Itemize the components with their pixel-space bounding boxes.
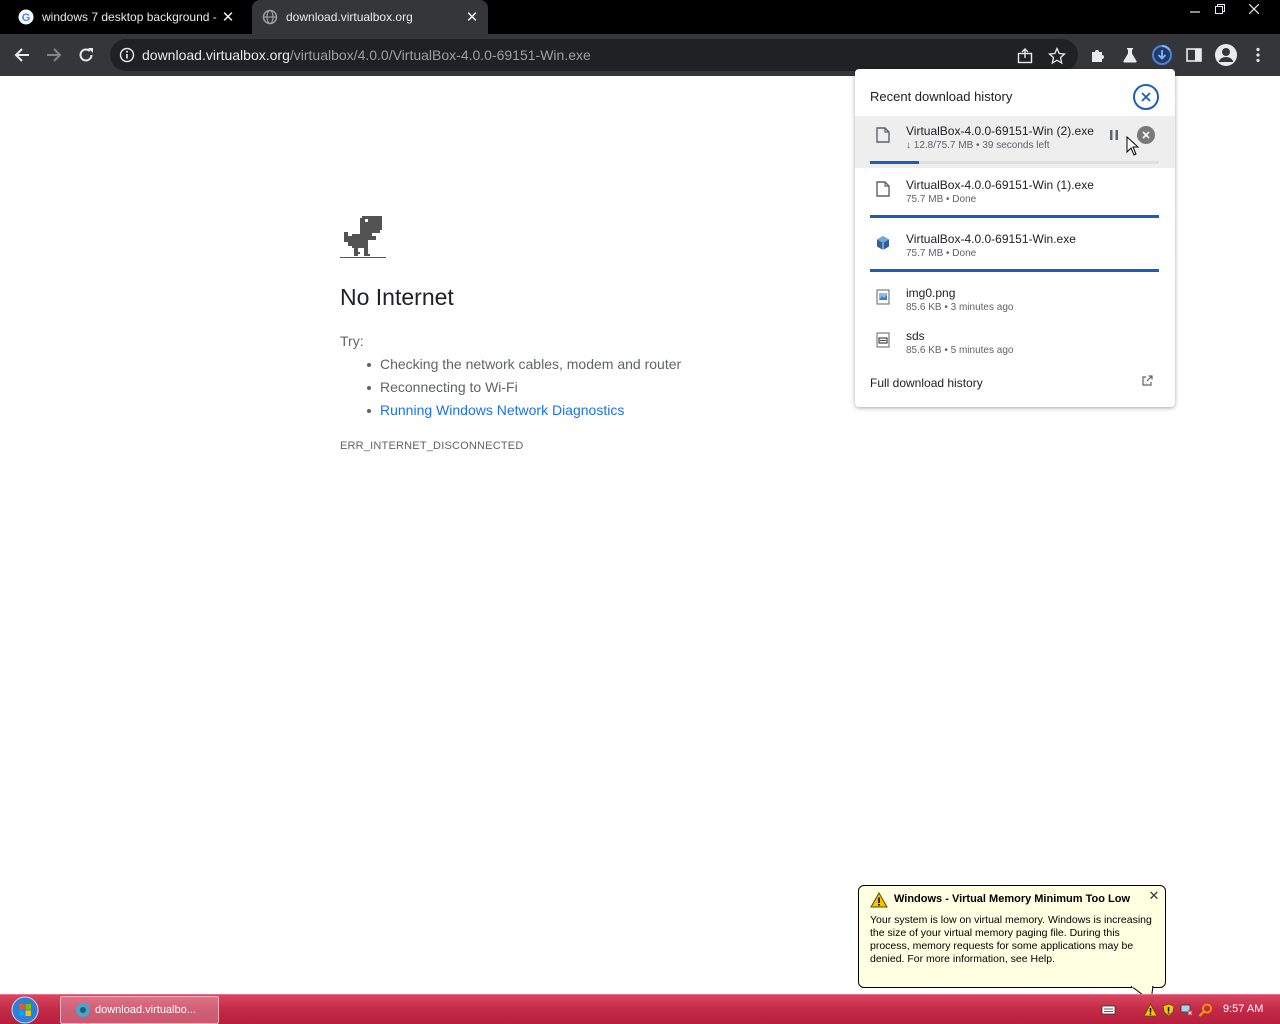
tab-title: download.virtualbox.org [286,10,413,24]
reload-icon[interactable] [71,40,101,70]
download-filename: VirtualBox-4.0.0-69151-Win.exe [906,232,1076,246]
download-progress-fill [870,215,1159,218]
mouse-cursor-icon [1126,136,1140,156]
browser-app-icon [76,1003,90,1017]
file-icon [876,127,890,143]
download-item[interactable]: VirtualBox-4.0.0-69151-Win (1).exe 75.7 … [855,170,1175,222]
tab-google-search[interactable]: G windows 7 desktop background - Go ✕ [8,0,244,34]
taskbar-item-browser[interactable]: download.virtualbo... [60,996,219,1024]
close-tab-icon[interactable]: ✕ [218,7,238,27]
search-tray-icon[interactable] [1198,1003,1213,1017]
side-panel-icon[interactable] [1183,44,1205,66]
notification-title: Windows - Virtual Memory Minimum Too Low [894,893,1130,905]
screen: { "browser": { "tabs": [ { "title": "win… [0,0,1280,1024]
tab-virtualbox[interactable]: download.virtualbox.org ✕ [252,0,488,34]
taskbar-item-label: download.virtualbo... [95,1004,196,1016]
download-status: 85.6 KB • 5 minutes ago [906,345,1014,356]
download-status: 75.7 MB • Done [906,248,977,259]
open-external-icon[interactable] [1141,375,1153,387]
address-bar[interactable]: download.virtualbox.org/virtualbox/4.0.0… [110,39,1078,71]
warning-icon [870,892,888,908]
download-progress-bar [870,269,1159,272]
back-icon[interactable] [7,40,37,70]
keyboard-file-icon [876,332,890,348]
close-window-icon[interactable] [1237,0,1271,18]
extensions-icon[interactable] [1087,44,1109,66]
file-icon [876,181,890,197]
download-status: 85.6 KB • 3 minutes ago [906,302,1014,313]
restore-icon[interactable] [1203,0,1237,18]
security-shield-tray-icon[interactable] [1161,1003,1176,1017]
download-progress-fill [870,161,920,164]
info-icon[interactable] [119,47,135,63]
download-filename: sds [906,329,925,343]
image-file-icon [876,289,890,305]
keyboard-tray-icon[interactable] [1101,1003,1116,1017]
url-text: download.virtualbox.org/virtualbox/4.0.0… [142,47,591,63]
close-tab-icon[interactable]: ✕ [462,7,482,27]
globe-icon [262,9,278,25]
download-progress-bar [870,215,1159,218]
suggestion-list: Checking the network cables, modem and r… [366,356,681,425]
forward-icon[interactable] [39,40,69,70]
close-notification-icon[interactable]: ✕ [1147,889,1161,903]
close-downloads-icon[interactable] [1133,84,1159,110]
download-progress-fill [870,269,1159,272]
url-path: /virtualbox/4.0.0/VirtualBox-4.0.0-69151… [289,47,591,63]
network-diagnostics-link[interactable]: Running Windows Network Diagnostics [366,402,681,425]
taskbar-clock[interactable]: 9:57 AM [1223,1003,1263,1015]
pause-icon[interactable] [1107,127,1121,143]
url-host: download.virtualbox.org [142,47,290,63]
dinosaur-icon[interactable] [340,214,386,260]
virtualbox-icon [877,236,889,250]
windows-logo-icon [11,996,39,1024]
download-item[interactable]: VirtualBox-4.0.0-69151-Win.exe 75.7 MB •… [855,224,1175,276]
start-button[interactable] [8,996,42,1024]
download-filename: VirtualBox-4.0.0-69151-Win (2).exe [906,124,1094,138]
network-tray-icon[interactable] [1179,1003,1194,1017]
download-filename: VirtualBox-4.0.0-69151-Win (1).exe [906,178,1094,192]
google-icon: G [18,9,34,25]
download-item[interactable]: sds 85.6 KB • 5 minutes ago [855,321,1175,373]
error-code: ERR_INTERNET_DISCONNECTED [340,440,524,452]
downloads-panel: Recent download history VirtualBox-4.0.0… [855,69,1175,407]
taskbar: download.virtualbo... 9:57 AM [0,994,1280,1024]
full-download-history-link[interactable]: Full download history [870,376,983,390]
tab-title: windows 7 desktop background - Go [42,10,218,24]
svg-text:G: G [22,12,31,24]
profile-icon[interactable] [1214,43,1238,67]
share-icon[interactable] [1016,47,1034,65]
download-progress-bar [870,161,1159,164]
suggestion-check-cables: Checking the network cables, modem and r… [366,356,681,379]
download-status: ↓ 12.8/75.7 MB • 39 seconds left [906,140,1050,151]
download-status: 75.7 MB • Done [906,194,977,205]
virtual-memory-notification[interactable]: Windows - Virtual Memory Minimum Too Low… [858,885,1166,988]
notification-body: Your system is low on virtual memory. Wi… [870,914,1152,965]
labs-flask-icon[interactable] [1119,44,1141,66]
menu-icon[interactable] [1247,44,1269,66]
bookmark-star-icon[interactable] [1047,46,1067,65]
suggestion-reconnect-wifi: Reconnecting to Wi-Fi [366,379,681,402]
tab-strip: G windows 7 desktop background - Go ✕ do… [0,0,1280,34]
download-filename: img0.png [906,286,956,300]
error-heading: No Internet [340,284,454,310]
downloads-panel-title: Recent download history [870,89,1013,104]
download-progress-icon[interactable] [1150,43,1174,67]
warning-tray-icon[interactable] [1143,1003,1158,1017]
try-label: Try: [340,333,364,349]
